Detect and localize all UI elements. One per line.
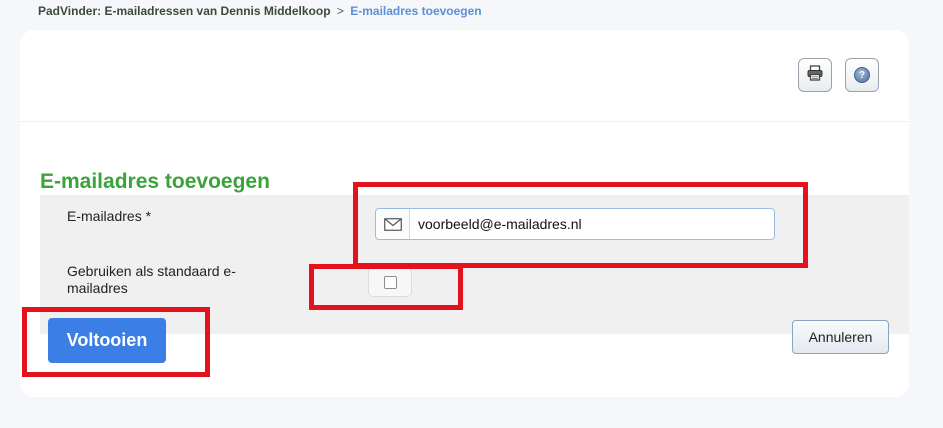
breadcrumb-separator: >	[336, 4, 344, 18]
printer-icon	[806, 64, 824, 87]
cancel-button[interactable]: Annuleren	[792, 320, 889, 354]
toolbar-divider	[20, 121, 909, 122]
breadcrumb: PadVinder: E-mailadressen van Dennis Mid…	[38, 4, 482, 18]
section-title: E-mailadres toevoegen	[40, 170, 270, 193]
email-label: E-mailadres *	[67, 208, 152, 224]
print-button[interactable]	[798, 58, 832, 92]
annotation-box-email	[353, 182, 808, 268]
help-button[interactable]: ?	[845, 58, 879, 92]
annotation-box-submit	[22, 307, 210, 377]
annotation-box-checkbox	[309, 264, 463, 310]
help-icon: ?	[854, 67, 870, 83]
breadcrumb-app[interactable]: PadVinder:	[38, 4, 101, 18]
breadcrumb-parent[interactable]: E-mailadressen van Dennis Middelkoop	[104, 4, 330, 18]
default-email-label: Gebruiken als standaard e-mailadres	[67, 263, 236, 296]
breadcrumb-current: E-mailadres toevoegen	[350, 4, 482, 18]
